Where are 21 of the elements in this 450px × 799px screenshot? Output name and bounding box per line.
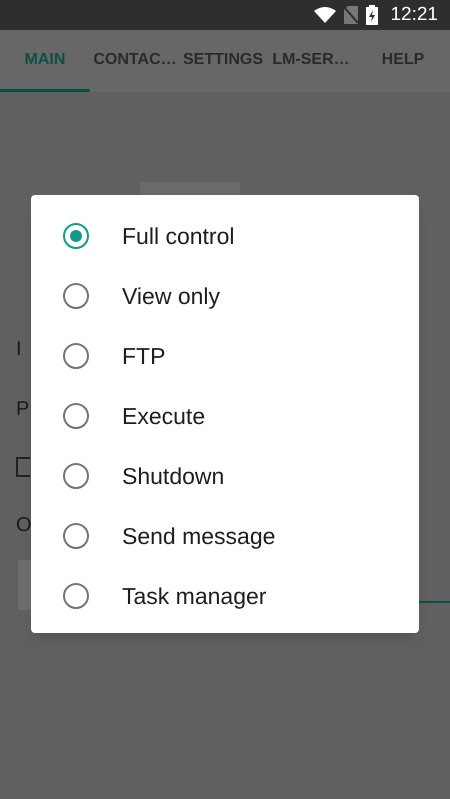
radio-option[interactable]: FTP [31,326,419,386]
radio-button[interactable] [63,403,89,429]
field-label: P [16,397,30,421]
radio-option[interactable]: Task manager [31,566,419,626]
battery-charging-icon [366,5,378,25]
field-label: O [16,513,32,537]
radio-button[interactable] [63,223,89,249]
radio-option[interactable]: Execute [31,386,419,446]
clock: 12:21 [390,2,438,27]
no-sim-icon [344,6,358,24]
radio-option[interactable]: View only [31,266,419,326]
wifi-icon [314,7,336,23]
radio-button[interactable] [63,283,89,309]
radio-button[interactable] [63,583,89,609]
radio-button[interactable] [63,523,89,549]
field-label: I [16,337,22,361]
radio-option[interactable]: Full control [31,206,419,266]
radio-button[interactable] [63,343,89,369]
radio-option[interactable]: Shutdown [31,446,419,506]
radio-button[interactable] [63,463,89,489]
radio-option[interactable]: Send message [31,506,419,566]
